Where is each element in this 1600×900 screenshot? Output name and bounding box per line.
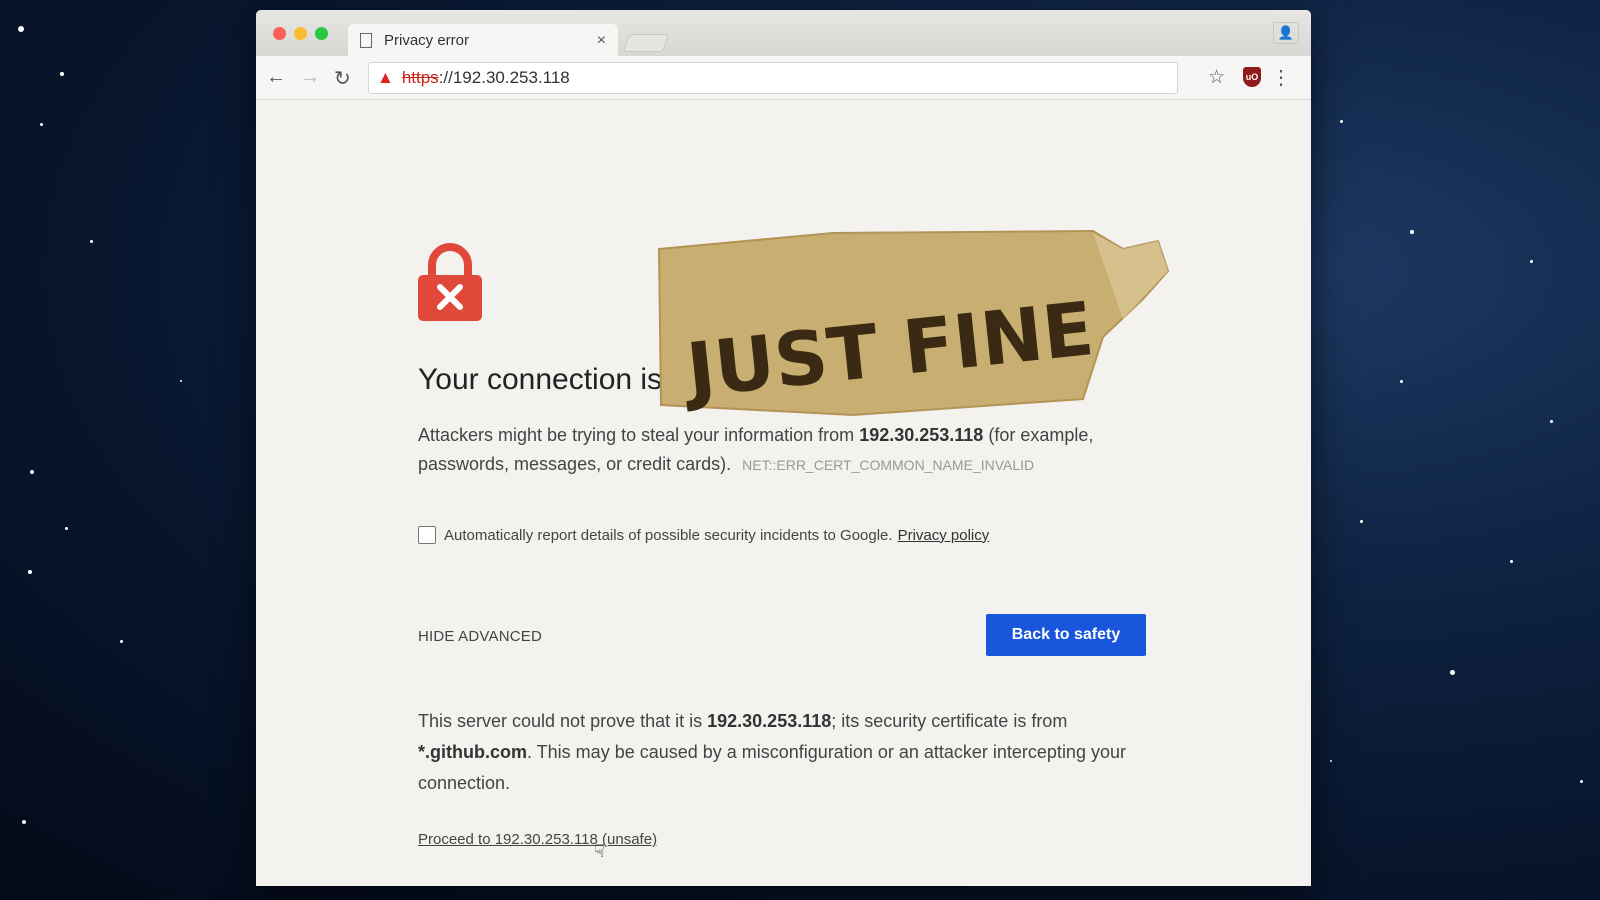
maximize-window-button[interactable] bbox=[315, 27, 328, 40]
back-arrow-icon[interactable]: ← bbox=[266, 66, 286, 89]
report-option: Automatically report details of possible… bbox=[418, 526, 989, 544]
warning-description: Attackers might be trying to steal your … bbox=[418, 425, 1094, 474]
forward-arrow-icon[interactable]: → bbox=[300, 66, 320, 89]
advanced-details: This server could not prove that it is 1… bbox=[418, 711, 1126, 793]
address-bar[interactable]: ▲ https ://192.30.253.118 bbox=[368, 62, 1178, 94]
browser-window: Privacy error × 👤 ← → ↻ ▲ https ://192.3… bbox=[256, 10, 1311, 886]
interstitial-page: Your connection is JUST FINE Attackers m… bbox=[256, 101, 1311, 886]
ublock-extension-icon[interactable]: uO bbox=[1243, 67, 1261, 87]
bookmark-star-icon[interactable]: ☆ bbox=[1208, 66, 1225, 89]
masking-tape-overlay: JUST FINE bbox=[657, 229, 1170, 417]
url-host: ://192.30.253.118 bbox=[438, 68, 570, 87]
profile-icon[interactable]: 👤 bbox=[1273, 22, 1299, 44]
tab-privacy-error[interactable]: Privacy error × bbox=[348, 24, 618, 57]
url-scheme: https bbox=[401, 68, 439, 87]
report-label: Automatically report details of possible… bbox=[444, 526, 893, 544]
page-title: Your connection is bbox=[418, 363, 663, 396]
minimize-window-button[interactable] bbox=[294, 27, 307, 40]
privacy-policy-link[interactable]: Privacy policy bbox=[898, 527, 990, 544]
title-bar: Privacy error × 👤 bbox=[256, 10, 1311, 57]
hide-advanced-button[interactable]: HIDE ADVANCED bbox=[418, 628, 542, 645]
error-code: NET::ERR_CERT_COMMON_NAME_INVALID bbox=[742, 457, 1035, 473]
new-tab-button[interactable] bbox=[622, 34, 670, 52]
reload-icon[interactable]: ↻ bbox=[334, 66, 351, 91]
tab-close-icon[interactable]: × bbox=[597, 32, 606, 50]
toolbar: ← → ↻ ▲ https ://192.30.253.118 ☆ uO ⋮ bbox=[256, 56, 1311, 100]
proceed-unsafe-link[interactable]: Proceed to 192.30.253.118 (unsafe) bbox=[418, 831, 657, 848]
menu-kebab-icon[interactable]: ⋮ bbox=[1271, 65, 1291, 90]
report-checkbox[interactable] bbox=[418, 526, 436, 544]
close-window-button[interactable] bbox=[273, 27, 286, 40]
red-lock-icon bbox=[418, 243, 482, 321]
page-icon bbox=[360, 33, 372, 48]
hand-cursor-icon: ☟ bbox=[594, 841, 605, 861]
warning-triangle-icon[interactable]: ▲ bbox=[377, 68, 394, 88]
tab-title: Privacy error bbox=[384, 32, 470, 49]
back-to-safety-button[interactable]: Back to safety bbox=[986, 614, 1146, 656]
